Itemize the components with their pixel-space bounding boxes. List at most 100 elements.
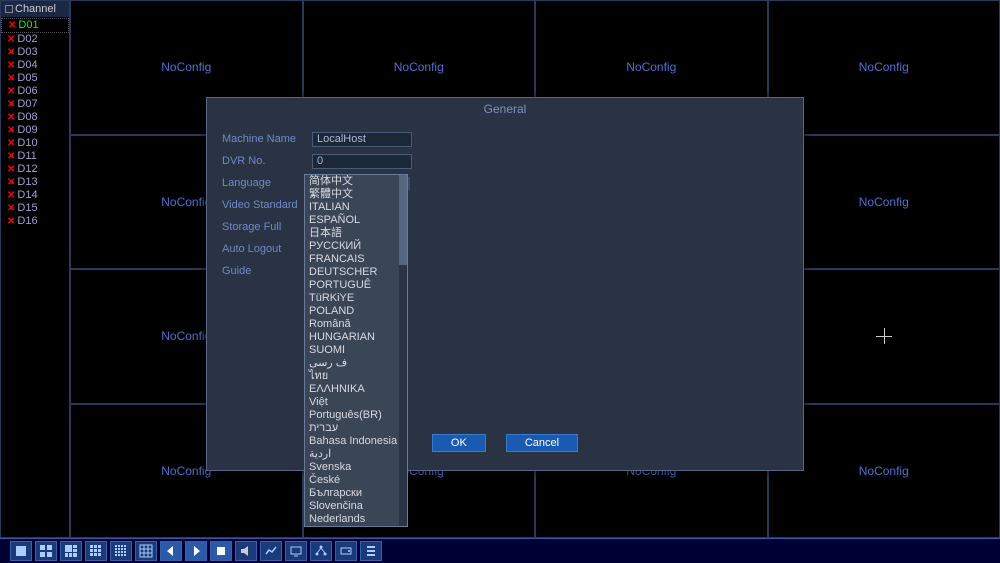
video-standard-label: Video Standard: [222, 199, 312, 211]
language-option[interactable]: Việt: [305, 396, 401, 409]
channel-item-d07[interactable]: ✕D07: [1, 98, 69, 111]
view-9-icon: [89, 544, 103, 558]
cancel-button[interactable]: Cancel: [506, 434, 578, 452]
language-option[interactable]: 日本語: [305, 227, 401, 240]
x-icon: ✕: [7, 176, 15, 189]
language-option[interactable]: ไทย: [305, 370, 401, 383]
toolbar-nav-next-button[interactable]: [185, 541, 207, 561]
nav-next-icon: [189, 544, 203, 558]
language-dropdown[interactable]: 简体中文繁體中文ITALIANESPAÑOL日本語РУССКИЙFRANCAIS…: [304, 174, 408, 527]
x-icon: ✕: [7, 111, 15, 124]
channel-item-d06[interactable]: ✕D06: [1, 85, 69, 98]
nav-prev-icon: [164, 544, 178, 558]
x-icon: ✕: [7, 137, 15, 150]
language-option[interactable]: HUNGARIAN: [305, 331, 401, 344]
toolbar-fullscreen-button[interactable]: [210, 541, 232, 561]
channel-label: D12: [17, 163, 37, 176]
x-icon: ✕: [7, 163, 15, 176]
channel-item-d13[interactable]: ✕D13: [1, 176, 69, 189]
language-option[interactable]: TüRKiYE: [305, 292, 401, 305]
channel-item-d15[interactable]: ✕D15: [1, 202, 69, 215]
channel-item-d08[interactable]: ✕D08: [1, 111, 69, 124]
language-option[interactable]: POLAND: [305, 305, 401, 318]
language-option[interactable]: Nederlands: [305, 513, 401, 526]
language-option[interactable]: 繁體中文: [305, 188, 401, 201]
toolbar-nav-prev-button[interactable]: [160, 541, 182, 561]
dvr-no-input[interactable]: [312, 154, 412, 169]
language-option[interactable]: Português(BR): [305, 409, 401, 422]
storage-icon: [339, 544, 353, 558]
channel-item-d16[interactable]: ✕D16: [1, 215, 69, 228]
channel-item-d09[interactable]: ✕D09: [1, 124, 69, 137]
language-option[interactable]: DEUTSCHER: [305, 266, 401, 279]
noconfig-label: NoConfig: [394, 60, 444, 74]
toolbar-view-1-button[interactable]: [10, 541, 32, 561]
language-option[interactable]: Română: [305, 318, 401, 331]
channel-label: D08: [17, 111, 37, 124]
list-icon: [364, 544, 378, 558]
channel-item-d11[interactable]: ✕D11: [1, 150, 69, 163]
toolbar-view-16-button[interactable]: [110, 541, 132, 561]
toolbar-view-4-button[interactable]: [35, 541, 57, 561]
language-option[interactable]: اردية: [305, 448, 401, 461]
language-option[interactable]: ESPAÑOL: [305, 214, 401, 227]
channel-label: D01: [18, 19, 38, 32]
ok-button[interactable]: OK: [432, 434, 486, 452]
noconfig-label: NoConfig: [161, 329, 211, 343]
language-option[interactable]: Svenska: [305, 461, 401, 474]
language-option[interactable]: ΕΛΛΗΝΙΚΑ: [305, 383, 401, 396]
language-option[interactable]: ITALIAN: [305, 201, 401, 214]
language-option[interactable]: РУССКИЙ: [305, 240, 401, 253]
channel-item-d02[interactable]: ✕D02: [1, 33, 69, 46]
toolbar-chart-button[interactable]: [260, 541, 282, 561]
channel-item-d10[interactable]: ✕D10: [1, 137, 69, 150]
guide-label: Guide: [222, 265, 312, 277]
language-option[interactable]: 简体中文: [305, 175, 401, 188]
language-option[interactable]: PORTUGUÊ: [305, 279, 401, 292]
x-icon: ✕: [7, 150, 15, 163]
channel-item-d05[interactable]: ✕D05: [1, 72, 69, 85]
language-option[interactable]: České: [305, 474, 401, 487]
language-option[interactable]: SUOMI: [305, 344, 401, 357]
channel-item-d14[interactable]: ✕D14: [1, 189, 69, 202]
auto-logout-label: Auto Logout: [222, 243, 312, 255]
channel-label: D07: [17, 98, 37, 111]
x-icon: ✕: [7, 46, 15, 59]
noconfig-label: NoConfig: [161, 195, 211, 209]
channel-item-d03[interactable]: ✕D03: [1, 46, 69, 59]
machine-name-input[interactable]: [312, 132, 412, 147]
channel-item-d04[interactable]: ✕D04: [1, 59, 69, 72]
header-checkbox-icon[interactable]: [5, 5, 13, 13]
toolbar-view-9-button[interactable]: [85, 541, 107, 561]
toolbar-network-button[interactable]: [310, 541, 332, 561]
dropdown-scrollbar[interactable]: [399, 175, 407, 526]
language-option[interactable]: Български: [305, 487, 401, 500]
channel-label: D06: [17, 85, 37, 98]
channel-item-d01[interactable]: ✕D01: [1, 18, 69, 33]
language-option[interactable]: Bahasa Indonesia: [305, 435, 401, 448]
language-option[interactable]: Slovenčina: [305, 500, 401, 513]
monitor-icon: [289, 544, 303, 558]
toolbar-monitor-button[interactable]: [285, 541, 307, 561]
language-option[interactable]: עברית: [305, 422, 401, 435]
channel-sidebar: Channel ✕D01✕D02✕D03✕D04✕D05✕D06✕D07✕D08…: [0, 0, 70, 538]
toolbar-storage-button[interactable]: [335, 541, 357, 561]
sidebar-header: Channel: [1, 1, 69, 17]
channel-list: ✕D01✕D02✕D03✕D04✕D05✕D06✕D07✕D08✕D09✕D10…: [1, 17, 69, 229]
noconfig-label: NoConfig: [859, 464, 909, 478]
toolbar-view-8-button[interactable]: [60, 541, 82, 561]
language-option[interactable]: FRANCAIS: [305, 253, 401, 266]
toolbar-view-grid-button[interactable]: [135, 541, 157, 561]
toolbar-volume-button[interactable]: [235, 541, 257, 561]
language-option[interactable]: ف رسی: [305, 357, 401, 370]
toolbar-list-button[interactable]: [360, 541, 382, 561]
scrollbar-thumb[interactable]: [399, 175, 407, 265]
x-icon: ✕: [7, 189, 15, 202]
view-grid-icon: [139, 544, 153, 558]
channel-label: D03: [17, 46, 37, 59]
noconfig-label: NoConfig: [161, 60, 211, 74]
x-icon: ✕: [7, 202, 15, 215]
channel-label: D11: [17, 150, 36, 163]
channel-item-d12[interactable]: ✕D12: [1, 163, 69, 176]
x-icon: ✕: [7, 85, 15, 98]
